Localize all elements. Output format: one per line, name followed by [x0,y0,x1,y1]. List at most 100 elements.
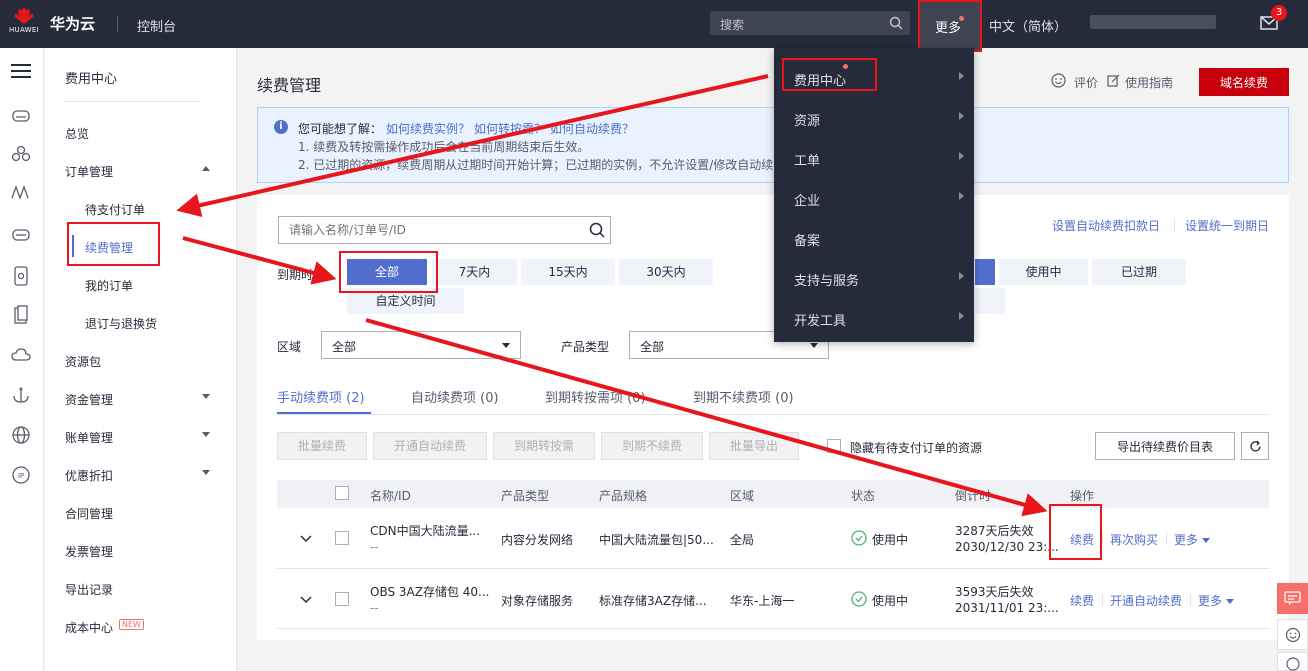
set-auto-renew-date-link[interactable]: 设置自动续费扣款日 [1052,217,1160,234]
tab-auto[interactable]: 自动续费项 (0) [411,387,499,406]
feedback-float-button[interactable] [1277,619,1308,650]
menu-icon[interactable] [10,60,32,82]
chevron-down-icon [502,343,510,348]
info-link-auto-renew[interactable]: 如何自动续费？ [550,122,634,136]
domain-renew-button[interactable]: 域名续费 [1199,68,1289,96]
region-select[interactable]: 全部 [321,331,521,359]
status-option-expired[interactable]: 已过期 [1092,259,1186,285]
menu-item-enterprise[interactable]: 企业 [794,190,820,209]
sidebar-item-orders[interactable]: 订单管理 [65,163,225,180]
tab-no-renew[interactable]: 到期不续费项 (0) [693,387,794,406]
search-box[interactable] [278,216,611,244]
row-spec: 标准存储3AZ存储... [599,594,707,608]
console-link[interactable]: 控制台 [137,16,176,35]
refresh-button[interactable] [1241,432,1269,460]
status-option-more[interactable] [975,288,1005,314]
set-unified-date-link[interactable]: 设置统一到期日 [1185,217,1269,234]
guide-link[interactable]: 使用指南 [1125,74,1173,91]
expire-option-7d[interactable]: 7天内 [432,259,517,285]
evaluate-link[interactable]: 评价 [1074,74,1098,91]
status-option-in-use[interactable]: 使用中 [999,259,1088,285]
caret-up-icon [202,166,210,171]
more-menu-button[interactable]: 更多 [918,0,982,52]
sidebar-item-bills[interactable]: 账单管理 [65,429,225,446]
menu-item-tickets[interactable]: 工单 [794,150,820,169]
sidebar-item-funds[interactable]: 资金管理 [65,391,225,408]
batch-export-button[interactable]: 批量导出 [709,432,799,460]
tab-on-demand[interactable]: 到期转按需项 (0) [545,387,646,406]
export-price-list-button[interactable]: 导出待续费价目表 [1095,432,1235,460]
sidebar-item-contracts[interactable]: 合同管理 [65,505,225,522]
sidebar-item-refunds[interactable]: 退订与退换货 [85,315,245,332]
batch-renew-button[interactable]: 批量续费 [277,432,367,460]
brand-name[interactable]: 华为云 [50,13,95,34]
search-icon[interactable] [889,16,903,30]
sidebar-item-overview[interactable]: 总览 [65,125,225,142]
select-all-checkbox[interactable] [335,486,349,500]
column-countdown: 倒计时 [955,489,992,503]
edit-icon[interactable] [1107,74,1120,87]
menu-item-filing[interactable]: 备案 [794,230,820,249]
row-status: 使用中 [872,594,909,608]
menu-item-resources[interactable]: 资源 [794,110,820,129]
no-renew-button[interactable]: 到期不续费 [601,432,703,460]
menu-item-dev-tools[interactable]: 开发工具 [794,310,846,329]
row-type: 对象存储服务 [501,594,574,608]
row-checkbox[interactable] [335,531,349,545]
help-float-button[interactable] [1277,652,1308,671]
enable-auto-renew-button[interactable]: 开通自动续费 [373,432,487,460]
user-account[interactable]: hid_xxxxxxxxxxxx [1090,15,1216,29]
tab-active-ink [277,412,371,414]
storage-icon[interactable] [10,224,32,246]
sidebar-title: 费用中心 [65,72,118,87]
row-name[interactable]: CDN中国大陆流量... [370,522,480,539]
cloud-server-icon[interactable] [10,105,32,127]
document-icon[interactable] [10,304,32,326]
row-name[interactable]: OBS 3AZ存储包 40... [370,583,490,600]
status-option-all[interactable] [975,259,995,285]
sidebar-item-pending-orders[interactable]: 待支付订单 [85,201,245,218]
to-on-demand-button[interactable]: 到期转按需 [493,432,595,460]
globe-icon[interactable] [10,424,32,446]
expand-row-icon[interactable] [300,594,312,606]
rebuy-link[interactable]: 再次购买 [1110,531,1158,548]
cluster-icon[interactable] [10,143,32,165]
info-banner: i 您可能想了解： 如何续费实例？ 如何转按需？ 如何自动续费？ 1. 续费及转按需操… [257,107,1289,183]
sidebar-item-cost-center[interactable]: 成本中心 NEW [65,619,225,636]
chat-float-button[interactable] [1277,583,1308,614]
hide-pending-checkbox[interactable] [827,439,841,453]
more-label: 更多 [935,21,962,36]
row-checkbox[interactable] [335,592,349,606]
database-icon[interactable] [10,265,32,287]
sidebar-item-invoices[interactable]: 发票管理 [65,543,225,560]
enable-auto-renew-link[interactable]: 开通自动续费 [1110,592,1182,609]
menu-item-support[interactable]: 支持与服务 [794,270,859,289]
sidebar-item-packages[interactable]: 资源包 [65,353,225,370]
smile-icon[interactable] [1051,73,1066,88]
cloud-icon[interactable] [10,344,32,366]
tab-manual[interactable]: 手动续费项 (2) [277,387,365,406]
ip-icon[interactable]: IP [10,464,32,486]
more-actions-link[interactable]: 更多 [1198,592,1235,609]
anchor-icon[interactable] [10,384,32,406]
sidebar-item-label: 订单管理 [65,165,114,179]
info-line-2: 1. 续费及转按需操作成功后会在当前周期结束后生效。 [298,140,590,154]
info-link-on-demand[interactable]: 如何转按需？ [474,122,546,136]
sidebar-item-my-orders[interactable]: 我的订单 [85,277,245,294]
more-actions-link[interactable]: 更多 [1174,531,1211,548]
expire-option-15d[interactable]: 15天内 [521,259,615,285]
search-input[interactable] [279,217,569,243]
sidebar-item-exports[interactable]: 导出记录 [65,581,225,598]
search-icon[interactable] [589,222,605,238]
expand-row-icon[interactable] [300,533,312,545]
renew-link[interactable]: 续费 [1070,592,1094,609]
chevron-right-icon [959,72,964,80]
expire-option-30d[interactable]: 30天内 [619,259,713,285]
info-link-renew[interactable]: 如何续费实例？ [386,122,470,136]
monitor-icon[interactable] [10,181,32,203]
language-switch[interactable]: 中文（简体） [989,16,1067,35]
sidebar-item-discounts[interactable]: 优惠折扣 [65,467,225,484]
row-divider [277,628,1269,629]
global-search[interactable]: 搜索 [710,11,910,35]
huawei-logo[interactable]: HUAWEI [4,3,44,45]
